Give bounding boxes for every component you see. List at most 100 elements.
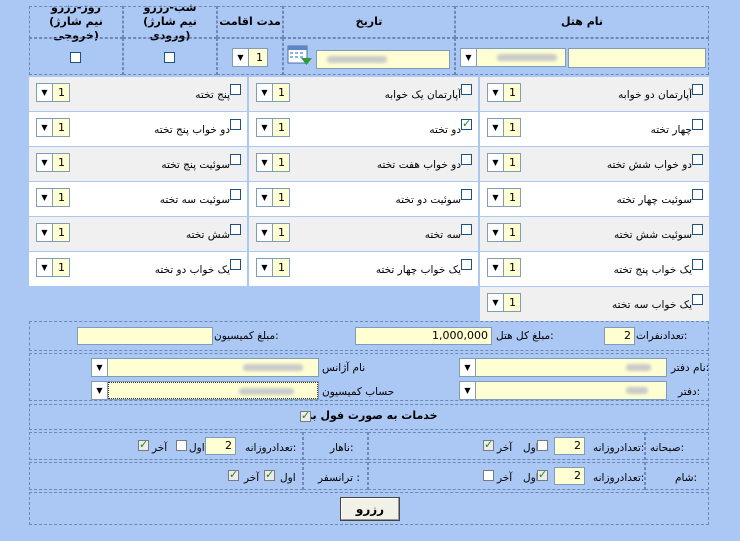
breakfast-daily-count-label: تعدادروزانه:	[593, 442, 645, 454]
chevron-down-icon: ▼	[257, 119, 273, 136]
room-count-select[interactable]: ▼ 1	[36, 153, 70, 172]
room-label: آپارتمان دو خوابه	[618, 89, 692, 101]
day-reserve-checkbox[interactable]	[70, 52, 81, 63]
hotel-select[interactable]: ▼	[460, 48, 566, 67]
breakfast-label: صبحانه:	[650, 442, 685, 454]
room-checkbox[interactable]	[230, 224, 241, 235]
room-count-select[interactable]: ▼ 1	[487, 83, 521, 102]
header-stay-duration: مدت اقامت	[217, 6, 283, 38]
date-input[interactable]	[316, 50, 450, 69]
room-count-select[interactable]: ▼ 1	[487, 153, 521, 172]
room-count-select[interactable]: ▼ 1	[487, 118, 521, 137]
room-count-select[interactable]: ▼ 1	[36, 258, 70, 277]
room-count-select[interactable]: ▼ 1	[256, 118, 290, 137]
stay-duration-select[interactable]: ▼ 1	[232, 48, 268, 67]
room-checkbox[interactable]	[461, 224, 472, 235]
commission-account-select[interactable]: ▼	[91, 381, 319, 400]
persons-input[interactable]: 2	[604, 327, 635, 345]
full-board-checkbox[interactable]	[300, 409, 311, 422]
transfer-first-checkbox[interactable]	[264, 468, 275, 481]
office-name-select[interactable]: ▼	[459, 358, 667, 377]
room-count-select[interactable]: ▼ 1	[256, 83, 290, 102]
room-count-select[interactable]: ▼ 1	[487, 188, 521, 207]
transfer-options-cell	[29, 462, 303, 490]
room-count-select[interactable]: ▼ 1	[36, 118, 70, 137]
night-reserve-checkbox[interactable]	[164, 52, 175, 63]
room-checkbox[interactable]	[461, 84, 472, 95]
lunch-daily-count-label: تعدادروزانه:	[245, 442, 297, 454]
breakfast-first-checkbox[interactable]	[537, 440, 548, 451]
header-date: تاریخ	[283, 6, 455, 38]
room-checkbox[interactable]	[692, 259, 703, 270]
chevron-down-icon: ▼	[488, 84, 504, 101]
chevron-down-icon: ▼	[37, 154, 53, 171]
dinner-first-checkbox[interactable]	[537, 468, 548, 481]
persons-label: تعدادنفرات:	[636, 330, 688, 342]
dinner-last-label: آخر	[497, 472, 513, 484]
room-count-select[interactable]: ▼ 1	[487, 223, 521, 242]
office-select[interactable]: ▼	[459, 381, 667, 400]
room-checkbox[interactable]	[461, 259, 472, 270]
room-checkbox[interactable]	[461, 154, 472, 165]
room-checkbox[interactable]	[461, 117, 472, 130]
hotel-name-input[interactable]	[568, 48, 706, 68]
chevron-down-icon: ▼	[257, 84, 273, 101]
lunch-count-input[interactable]: 2	[205, 437, 236, 455]
room-checkbox[interactable]	[692, 119, 703, 130]
room-count-select[interactable]: ▼ 1	[256, 258, 290, 277]
room-label: یک خواب سه تخته	[612, 299, 692, 311]
room-label: دو خواب شش تخته	[606, 159, 692, 171]
room-count-select[interactable]: ▼ 1	[256, 153, 290, 172]
room-count-select[interactable]: ▼ 1	[256, 188, 290, 207]
transfer-last-checkbox[interactable]	[228, 468, 239, 481]
room-count-select[interactable]: ▼ 1	[487, 293, 521, 312]
room-checkbox[interactable]	[230, 259, 241, 270]
room-checkbox[interactable]	[692, 294, 703, 305]
office-label: دفتر:	[678, 386, 701, 398]
chevron-down-icon: ▼	[488, 189, 504, 206]
room-checkbox[interactable]	[692, 84, 703, 95]
agency-name-select[interactable]: ▼	[91, 358, 319, 377]
room-checkbox[interactable]	[230, 84, 241, 95]
room-count-select[interactable]: ▼ 1	[36, 83, 70, 102]
room-checkbox[interactable]	[692, 224, 703, 235]
room-label: پنج تخته	[195, 89, 230, 101]
agency-name-label: نام آژانس	[322, 362, 366, 374]
room-checkbox[interactable]	[230, 154, 241, 165]
lunch-first-checkbox[interactable]	[176, 440, 187, 451]
lunch-last-checkbox[interactable]	[138, 438, 149, 451]
room-label: سوئیت دو تخته	[395, 194, 461, 206]
room-label: سوئیت چهار تخته	[616, 194, 692, 206]
breakfast-last-checkbox[interactable]	[483, 438, 494, 451]
room-label: آپارتمان یک خوابه	[384, 89, 461, 101]
calendar-icon[interactable]	[287, 45, 313, 67]
dinner-count-input[interactable]: 2	[554, 467, 585, 485]
dinner-last-checkbox[interactable]	[483, 470, 494, 481]
office-blurred	[626, 387, 648, 394]
lunch-last-label: آخر	[152, 442, 168, 454]
room-count-select[interactable]: ▼ 1	[36, 188, 70, 207]
room-count-select[interactable]: ▼ 1	[487, 258, 521, 277]
room-label: یک خواب دو تخته	[154, 264, 230, 276]
commission-input[interactable]	[77, 327, 213, 345]
commission-account-label: حساب کمیسیون	[322, 386, 395, 398]
total-label: مبلغ کل هتل:	[496, 330, 554, 342]
room-checkbox[interactable]	[692, 189, 703, 200]
room-count-select[interactable]: ▼ 1	[256, 223, 290, 242]
room-checkbox[interactable]	[692, 154, 703, 165]
header-night-reserve: شب-رزرو (نیم شارژ ورودی)	[123, 1, 217, 42]
breakfast-count-input[interactable]: 2	[554, 437, 585, 455]
chevron-down-icon: ▼	[488, 294, 504, 311]
reserve-button[interactable]: رزرو	[340, 497, 400, 521]
hotel-select-blurred	[497, 54, 557, 61]
chevron-down-icon: ▼	[461, 49, 477, 66]
commission-label: مبلغ کمیسیون:	[214, 330, 279, 342]
total-input[interactable]: 1,000,000	[355, 327, 492, 345]
room-checkbox[interactable]	[230, 119, 241, 130]
room-checkbox[interactable]	[230, 189, 241, 200]
room-label: دو خواب هفت تخته	[376, 159, 461, 171]
room-count-select[interactable]: ▼ 1	[36, 223, 70, 242]
commission-account-blurred	[239, 388, 294, 395]
transfer-last-label: آخر	[244, 472, 260, 484]
room-checkbox[interactable]	[461, 189, 472, 200]
